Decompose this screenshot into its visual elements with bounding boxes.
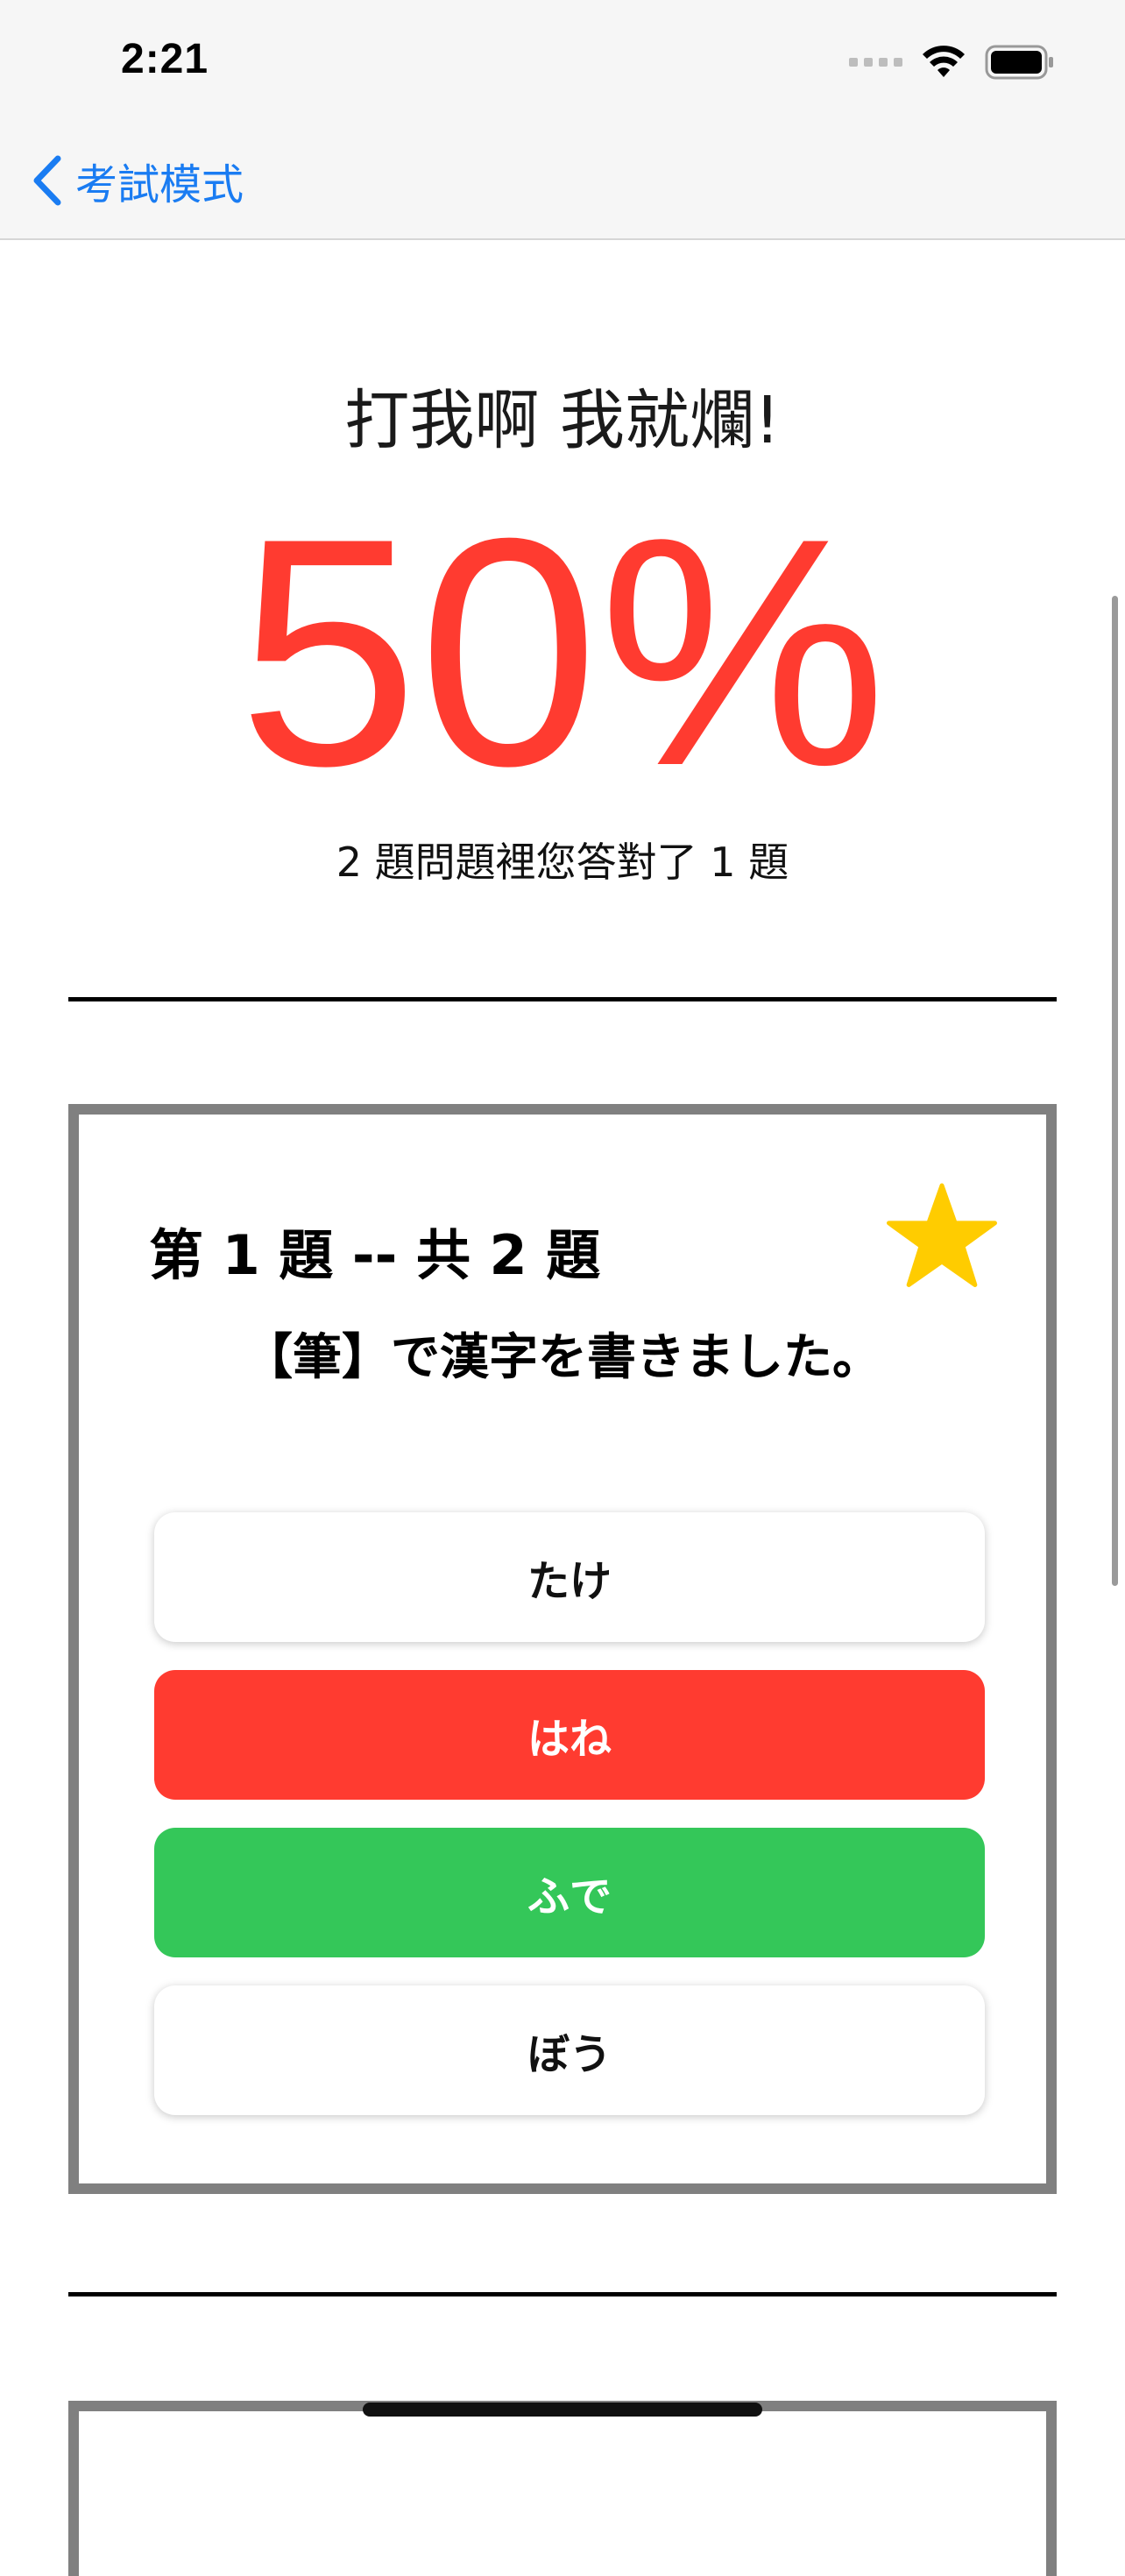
answer-option-wrong[interactable]: はね — [154, 1670, 985, 1800]
status-icons — [849, 40, 1055, 84]
back-button[interactable]: 考試模式 — [32, 149, 244, 212]
divider — [68, 2292, 1057, 2296]
divider — [68, 997, 1057, 1001]
result-title: 打我啊 我就爛! — [344, 383, 781, 458]
score-percent: 50% — [237, 471, 888, 833]
chevron-left-icon — [33, 155, 61, 206]
home-indicator[interactable] — [363, 2403, 762, 2417]
answer-options: たけ はね ふで ぼう — [154, 1512, 985, 2143]
answer-option-correct[interactable]: ふで — [154, 1828, 985, 1957]
top-chrome: 2:21 考試模式 — [0, 0, 1125, 240]
back-button-label: 考試模式 — [75, 160, 244, 209]
battery-icon — [985, 45, 1053, 80]
star-icon[interactable] — [887, 1181, 997, 1292]
question-card: 第 1 題 -- 共 2 題 【筆】で漢字を書きました。 たけ はね ふで ぼう — [68, 1104, 1057, 2194]
wifi-icon — [923, 46, 965, 77]
answer-option[interactable]: たけ — [154, 1512, 985, 1642]
cellular-signal-icon — [849, 58, 902, 67]
scroll-indicator[interactable] — [1112, 596, 1118, 1586]
status-time: 2:21 — [121, 36, 209, 82]
answer-option[interactable]: ぼう — [154, 1985, 985, 2115]
next-question-card — [68, 2401, 1057, 2576]
question-text: 【筆】で漢字を書きました。 — [244, 1329, 881, 1386]
question-number: 第 1 題 -- 共 2 題 — [149, 1223, 601, 1287]
score-summary: 2 題問題裡您答對了 1 題 — [336, 839, 789, 886]
